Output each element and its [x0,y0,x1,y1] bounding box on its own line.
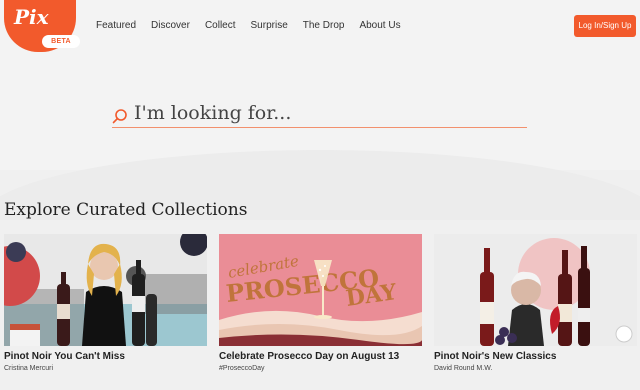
nav-featured[interactable]: Featured [96,20,136,31]
collection-card-pinot-noir[interactable]: Pinot Noir You Can't Miss Cristina Mercu… [4,234,207,372]
nav-about-us[interactable]: About Us [359,20,400,31]
card-title[interactable]: Pinot Noir's New Classics [434,351,637,362]
nav-collect[interactable]: Collect [205,20,236,31]
main-nav: Featured Discover Collect Surprise The D… [96,20,401,31]
card-image-prosecco-day: celebrate PROSECCO DAY [219,234,422,346]
card-image-pinot-noir [4,234,207,346]
card-title[interactable]: Celebrate Prosecco Day on August 13 [219,351,422,362]
search-bar [112,100,527,128]
nav-discover[interactable]: Discover [151,20,190,31]
section-title: Explore Curated Collections [4,200,248,220]
card-title[interactable]: Pinot Noir You Can't Miss [4,351,207,362]
search-input[interactable] [134,100,524,126]
search-icon[interactable] [112,108,128,124]
logo-text: Pix [14,5,49,29]
card-subtitle: #ProseccoDay [219,365,265,372]
login-signup-button[interactable]: Log In/Sign Up [574,15,636,37]
card-subtitle: David Round M.W. [434,365,493,372]
collection-card-new-classics[interactable]: Pinot Noir's New Classics David Round M.… [434,234,637,372]
nav-surprise[interactable]: Surprise [251,20,288,31]
nav-the-drop[interactable]: The Drop [303,20,345,31]
beta-badge: BETA [42,35,80,48]
card-image-new-classics [434,234,637,346]
collection-card-prosecco-day[interactable]: celebrate PROSECCO DAY Celebrate Prosecc… [219,234,422,372]
card-subtitle: Cristina Mercuri [4,365,54,372]
